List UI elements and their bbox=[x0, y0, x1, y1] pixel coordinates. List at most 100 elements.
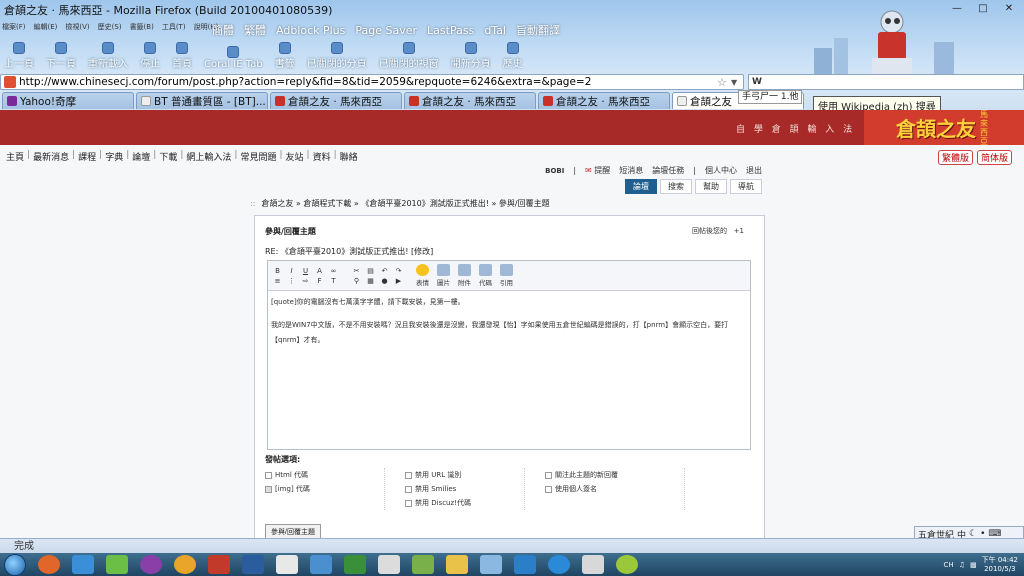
moon-icon[interactable]: ☾ bbox=[969, 529, 977, 538]
option-html[interactable]: Html 代碼 bbox=[265, 468, 384, 482]
app-icon[interactable] bbox=[480, 555, 502, 574]
clock[interactable]: 下午 04:42 2010/5/3 bbox=[982, 556, 1018, 574]
indent-icon[interactable]: ⇨ bbox=[300, 277, 311, 285]
app-icon[interactable] bbox=[412, 555, 434, 574]
nav-lessons[interactable]: 課程 bbox=[78, 150, 96, 163]
lastpass-button[interactable]: LastPass bbox=[427, 24, 474, 37]
option-signature[interactable]: 使用個人簽名 bbox=[545, 482, 684, 496]
font-size-icon[interactable]: T bbox=[328, 277, 339, 285]
attachment-button[interactable]: 附件 bbox=[458, 264, 471, 287]
checkbox[interactable] bbox=[265, 471, 272, 479]
start-button[interactable] bbox=[4, 553, 26, 576]
table-icon[interactable]: ▦ bbox=[365, 277, 376, 285]
quote-button[interactable]: 引用 bbox=[500, 264, 513, 287]
search-icon[interactable]: ⚲ bbox=[351, 277, 362, 285]
tab-cj-1[interactable]: 倉頡之友 · 馬來西亞 bbox=[270, 92, 402, 109]
traditional-button[interactable]: 繁體 bbox=[244, 22, 266, 38]
italic-icon[interactable]: I bbox=[286, 267, 297, 275]
profile-link[interactable]: 個人中心 bbox=[705, 165, 737, 176]
option-disable-url[interactable]: 禁用 URL 識別 bbox=[405, 468, 524, 482]
folder-icon[interactable] bbox=[446, 555, 468, 574]
checkbox[interactable] bbox=[405, 471, 412, 479]
app-icon[interactable] bbox=[208, 555, 230, 574]
app-icon[interactable] bbox=[242, 555, 264, 574]
option-disable-smilies[interactable]: 禁用 Smilies bbox=[405, 482, 524, 496]
undo-icon[interactable]: ↶ bbox=[379, 267, 390, 275]
close-icon[interactable]: ✕ bbox=[998, 2, 1020, 16]
coral-ie-tab-button[interactable]: Coral IE Tab bbox=[204, 46, 263, 70]
menu-bookmarks[interactable]: 書籤(B) bbox=[130, 22, 154, 36]
ime-mode[interactable]: 中 bbox=[957, 528, 966, 539]
username[interactable]: BOBI bbox=[545, 167, 564, 175]
wikipedia-icon[interactable]: W bbox=[752, 77, 762, 87]
breadcrumb-text[interactable]: 倉頡之友 » 倉頡程式下載 » 《倉頡平臺2010》測試版正式推出! » 參與/… bbox=[261, 199, 549, 208]
app-icon[interactable] bbox=[310, 555, 332, 574]
tab-forum[interactable]: 論壇 bbox=[625, 179, 657, 194]
keyboard-icon[interactable]: ⌨ bbox=[988, 529, 1001, 538]
app-icon[interactable] bbox=[378, 555, 400, 574]
media-icon[interactable]: ▶ bbox=[393, 277, 404, 285]
volume-icon[interactable]: ♫ bbox=[959, 561, 965, 569]
network-icon[interactable]: ▩ bbox=[970, 561, 977, 569]
breadcrumb-home-icon[interactable]: :: bbox=[250, 199, 255, 208]
paste-icon[interactable]: ▤ bbox=[365, 267, 376, 275]
tab-bt[interactable]: BT 普通畫質區 - [BT]... bbox=[136, 92, 268, 109]
checkbox[interactable] bbox=[545, 485, 552, 493]
app-icon[interactable] bbox=[174, 555, 196, 574]
reload-button[interactable]: 重新載入 bbox=[88, 42, 128, 70]
app-icon[interactable] bbox=[548, 555, 570, 574]
ime-name[interactable]: 五倉世紀 bbox=[918, 528, 954, 539]
option-disable-discuz-code[interactable]: 禁用 Discuz!代碼 bbox=[405, 496, 524, 510]
tab-yahoo[interactable]: Yahoo!奇摩 bbox=[2, 92, 134, 109]
smilies-button[interactable]: 表情 bbox=[416, 264, 429, 287]
list-icon[interactable]: ⋮ bbox=[286, 277, 297, 285]
page-saver-button[interactable]: Page Saver bbox=[355, 24, 417, 37]
post-subject[interactable]: RE: 《倉頡平臺2010》測試版正式推出! [修改] bbox=[265, 246, 433, 257]
ie-icon[interactable] bbox=[72, 555, 94, 574]
nav-faq[interactable]: 常見問題 bbox=[240, 150, 276, 163]
back-button[interactable]: 上一頁 bbox=[4, 42, 34, 70]
bookmarks-button[interactable]: 書籤 bbox=[275, 42, 295, 70]
chevron-down-icon[interactable]: ▼ bbox=[731, 78, 743, 87]
checkbox[interactable] bbox=[405, 499, 412, 507]
bold-icon[interactable]: B bbox=[272, 267, 283, 275]
simplified-button[interactable]: 簡體 bbox=[212, 22, 234, 38]
redo-icon[interactable]: ↷ bbox=[393, 267, 404, 275]
closed-tabs-button[interactable]: 已關閉的分頁 bbox=[307, 42, 367, 70]
logout-link[interactable]: 退出 bbox=[746, 165, 762, 176]
nav-friend-sites[interactable]: 友站 bbox=[286, 150, 304, 163]
adblock-button[interactable]: Adblock Plus bbox=[276, 24, 345, 37]
nav-download[interactable]: 下載 bbox=[159, 150, 177, 163]
notifications-link[interactable]: ✉ 提醒 bbox=[585, 165, 610, 176]
tasks-link[interactable]: 論壇任務 bbox=[652, 165, 684, 176]
new-tab-button[interactable]: 開新分頁 bbox=[451, 42, 491, 70]
nav-home[interactable]: 主頁 bbox=[6, 150, 24, 163]
nav-news[interactable]: 最新消息 bbox=[33, 150, 69, 163]
menu-file[interactable]: 檔案(F) bbox=[2, 22, 26, 36]
menu-view[interactable]: 檢視(V) bbox=[65, 22, 89, 36]
tab-cj-2[interactable]: 倉頡之友 · 馬來西亞 bbox=[404, 92, 536, 109]
simplified-version-button[interactable]: 简体版 bbox=[976, 150, 1012, 165]
cut-icon[interactable]: ✂ bbox=[351, 267, 362, 275]
app-icon[interactable] bbox=[276, 555, 298, 574]
auto-translate-button[interactable]: 旨動翻譯 bbox=[516, 22, 560, 38]
option-subscribe[interactable]: 關注此主題的新回覆 bbox=[545, 468, 684, 482]
tab-navigation[interactable]: 導航 bbox=[730, 179, 762, 194]
align-icon[interactable]: ≡ bbox=[272, 277, 283, 285]
site-logo[interactable]: 倉頡之友 馬來西亞 bbox=[864, 110, 1024, 146]
url-input[interactable] bbox=[19, 76, 717, 88]
messages-link[interactable]: 短消息 bbox=[619, 165, 643, 176]
editor-textarea[interactable]: [quote]你的電腦沒有七萬漢字字體，請下載安裝，見第一樓。 我的是WIN7中… bbox=[268, 291, 750, 352]
underline-icon[interactable]: U bbox=[300, 267, 311, 275]
nav-resources[interactable]: 資料 bbox=[313, 150, 331, 163]
closed-windows-button[interactable]: 已關閉的視窗 bbox=[379, 42, 439, 70]
messenger-icon[interactable] bbox=[106, 555, 128, 574]
forward-button[interactable]: 下一頁 bbox=[46, 42, 76, 70]
nav-forum[interactable]: 論壇 bbox=[132, 150, 150, 163]
checkbox[interactable] bbox=[405, 485, 412, 493]
link-icon[interactable]: ∞ bbox=[328, 267, 339, 275]
font-color-icon[interactable]: A bbox=[314, 267, 325, 275]
firefox-icon[interactable] bbox=[38, 555, 60, 574]
bookmark-star-icon[interactable]: ☆ bbox=[717, 76, 731, 89]
app-icon[interactable] bbox=[514, 555, 536, 574]
